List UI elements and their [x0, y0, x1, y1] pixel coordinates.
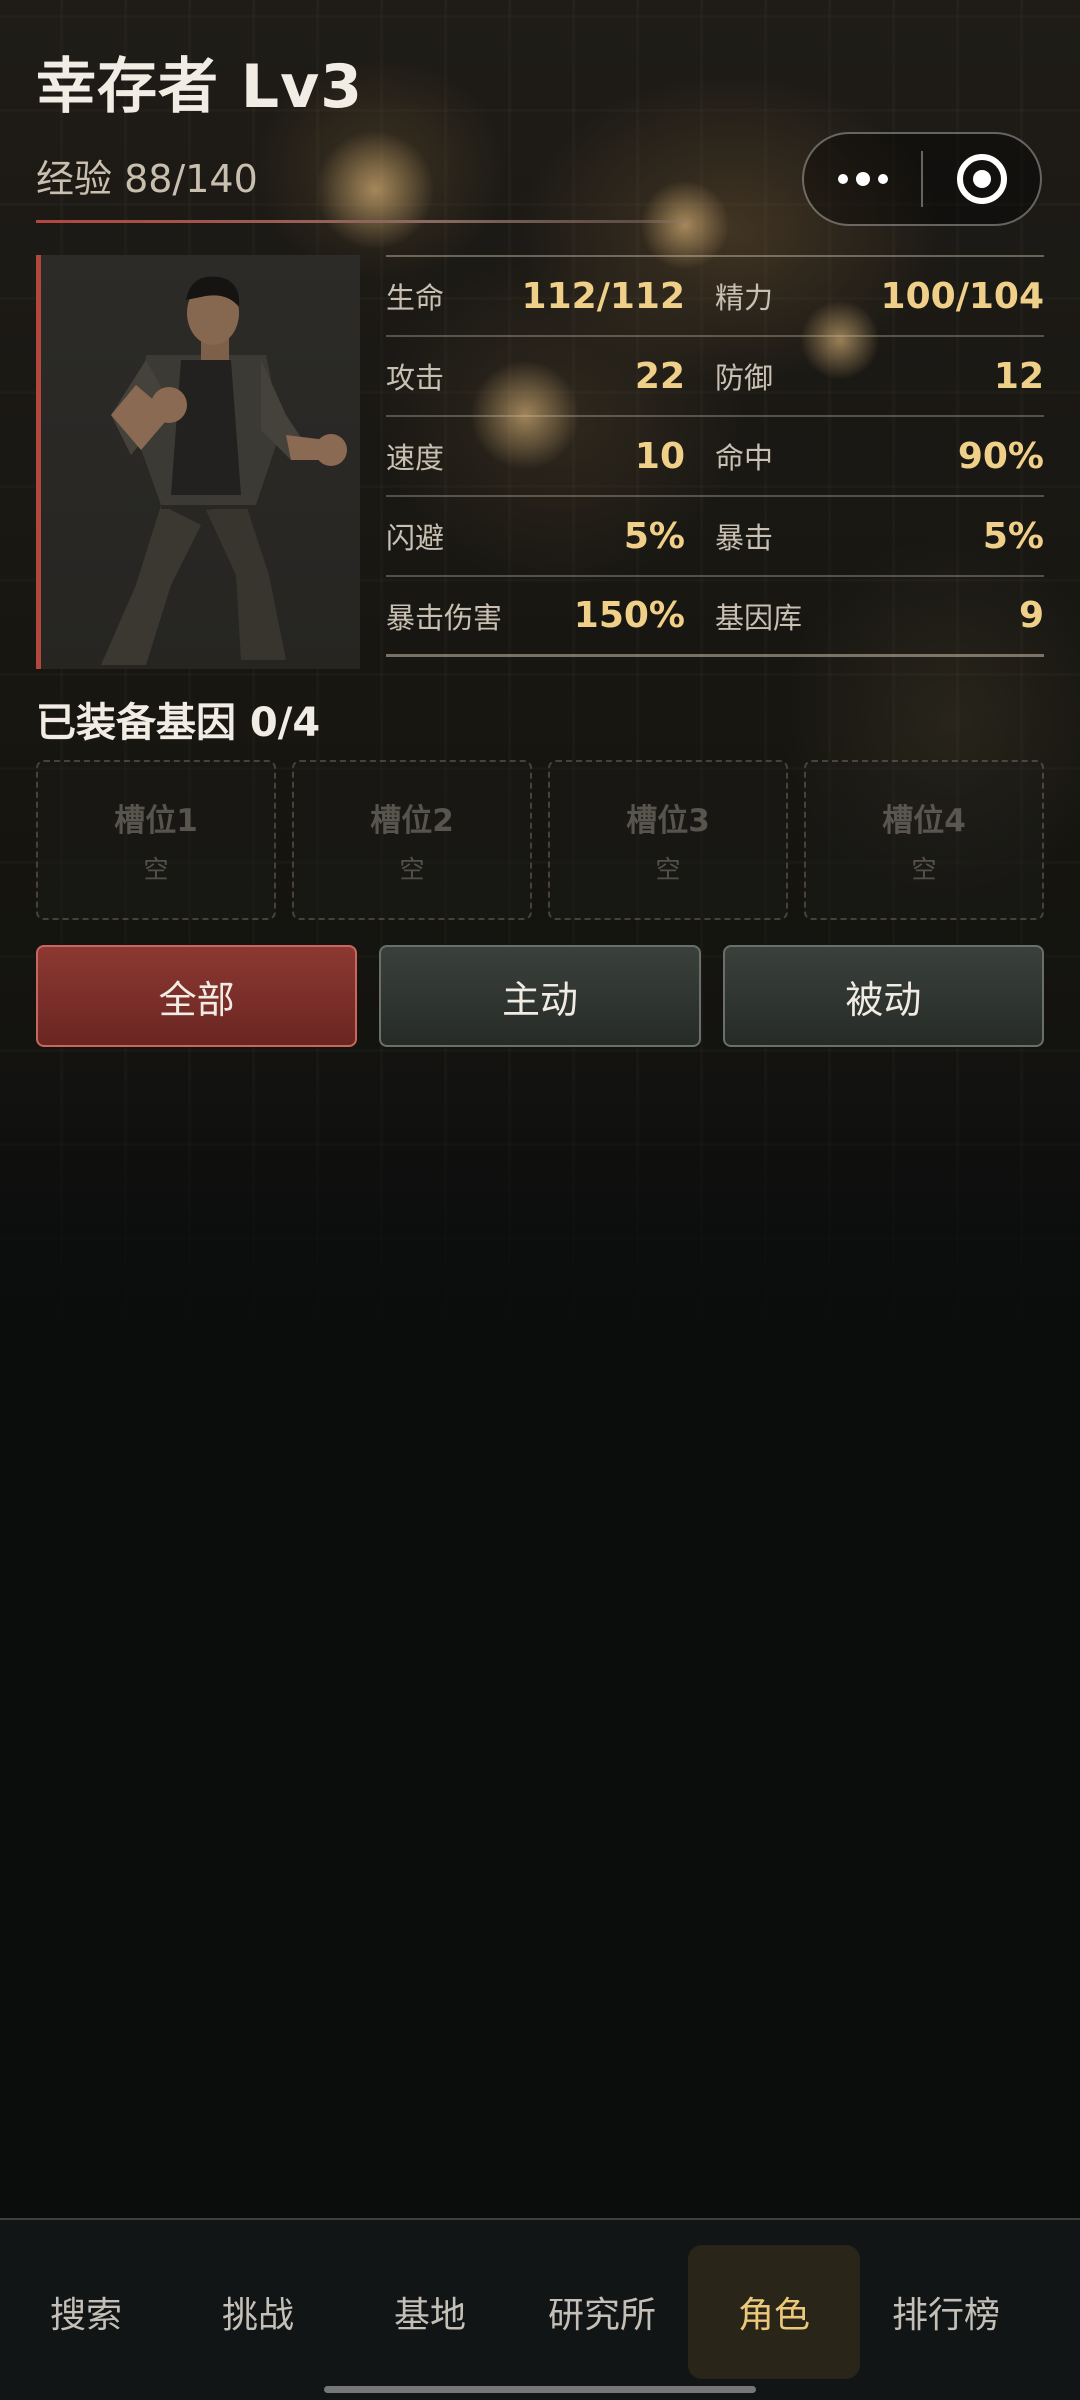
- stat-value: 90%: [957, 435, 1044, 477]
- stat-value: 9: [1018, 595, 1044, 636]
- nav-item-challenge[interactable]: 挑战: [172, 2245, 344, 2379]
- stat-label: 精力: [715, 281, 774, 315]
- stat-label: 暴击伤害: [386, 600, 503, 635]
- experience-text: 经验 88/140: [36, 157, 258, 201]
- gene-slot[interactable]: 槽位2 空: [292, 760, 532, 920]
- stat-label: 攻击: [386, 361, 445, 395]
- nav-item-search[interactable]: 搜索: [0, 2245, 172, 2379]
- stat-label: 生命: [386, 281, 445, 315]
- slot-name: 槽位3: [626, 802, 710, 839]
- slot-name: 槽位4: [882, 802, 966, 839]
- stat-label: 暴击: [715, 521, 774, 555]
- stat-row: 速度 10 命中 90%: [386, 417, 1044, 497]
- slot-name: 槽位1: [114, 802, 198, 839]
- stat-row: 暴击伤害 150% 基因库 9: [386, 577, 1044, 657]
- stats-panel: 生命 112/112 精力 100/104 攻击 22 防御 12 速度 10 命中 90%…: [386, 255, 1044, 657]
- stat-row: 闪避 5% 暴击 5%: [386, 497, 1044, 577]
- stat-label: 基因库: [715, 600, 803, 635]
- slot-value: 空: [143, 854, 169, 884]
- stat-value: 22: [634, 355, 685, 397]
- stat-label: 速度: [386, 441, 445, 475]
- filter-active-button[interactable]: 主动: [379, 945, 701, 1047]
- slot-value: 空: [399, 854, 425, 884]
- stat-row: 生命 112/112 精力 100/104: [386, 257, 1044, 337]
- bottom-nav: 搜索 挑战 基地 研究所 角色 排行榜: [0, 2218, 1080, 2400]
- stat-value: 5%: [982, 515, 1044, 557]
- slot-name: 槽位2: [370, 802, 454, 839]
- stat-value: 5%: [623, 515, 685, 557]
- gene-slot[interactable]: 槽位1 空: [36, 760, 276, 920]
- home-indicator: [324, 2386, 756, 2393]
- target-ring-icon[interactable]: [923, 134, 1040, 224]
- gene-filter-tabs: 全部 主动 被动: [36, 945, 1044, 1047]
- gene-slot[interactable]: 槽位3 空: [548, 760, 788, 920]
- stat-label: 防御: [715, 361, 774, 395]
- gene-slots: 槽位1 空 槽位2 空 槽位3 空 槽位4 空: [36, 760, 1044, 920]
- filter-all-button[interactable]: 全部: [36, 945, 358, 1047]
- stat-value: 100/104: [880, 275, 1044, 317]
- nav-item-character[interactable]: 角色: [688, 2245, 860, 2379]
- fighter-portrait: [101, 276, 347, 665]
- gene-slot[interactable]: 槽位4 空: [804, 760, 1044, 920]
- character-portrait: [36, 255, 360, 669]
- stat-value: 112/112: [521, 275, 685, 317]
- more-dots-icon[interactable]: [804, 134, 921, 224]
- stat-label: 命中: [715, 441, 774, 475]
- stat-label: 闪避: [386, 521, 445, 555]
- slot-value: 空: [911, 854, 937, 884]
- character-title: 幸存者 Lv3: [36, 52, 363, 122]
- stat-value: 12: [993, 355, 1044, 397]
- slot-value: 空: [655, 854, 681, 884]
- stat-row: 攻击 22 防御 12: [386, 337, 1044, 417]
- nav-item-leaderboard[interactable]: 排行榜: [860, 2245, 1032, 2379]
- experience-divider: [36, 220, 686, 223]
- mini-program-capsule: [802, 132, 1042, 226]
- stat-value: 10: [634, 435, 685, 477]
- nav-item-base[interactable]: 基地: [344, 2245, 516, 2379]
- stat-value: 150%: [573, 595, 685, 636]
- nav-item-institute[interactable]: 研究所: [516, 2245, 688, 2379]
- filter-passive-button[interactable]: 被动: [722, 945, 1044, 1047]
- equipped-genes-title: 已装备基因 0/4: [36, 700, 321, 746]
